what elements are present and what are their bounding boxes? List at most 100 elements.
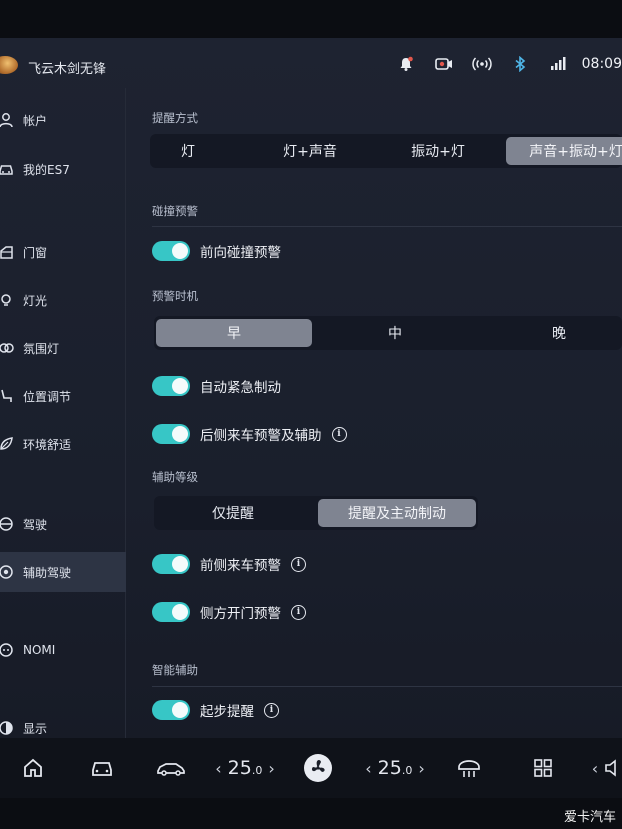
forward-collision-toggle[interactable]	[152, 241, 190, 261]
home-icon[interactable]	[20, 754, 46, 782]
rear-cross-label: 后侧来车预警及辅助	[200, 428, 322, 444]
forward-collision-row: 前向碰撞预警	[152, 241, 281, 261]
timing-option-medium[interactable]: 中	[320, 319, 470, 347]
defrost-icon[interactable]	[455, 754, 483, 782]
sidebar-item-driving[interactable]: 驾驶	[0, 504, 126, 544]
assist-level-option-active-brake[interactable]: 提醒及主动制动	[318, 499, 476, 527]
alert-mode-option-vibration-light[interactable]: 振动+灯	[378, 137, 498, 165]
section-title-smart-assist: 智能辅助	[152, 663, 198, 677]
left-temperature-control[interactable]: ‹ 25.0 ›	[210, 754, 280, 782]
sidebar-item-label: 环境舒适	[23, 437, 72, 452]
aeb-toggle[interactable]	[152, 376, 190, 396]
avatar[interactable]	[0, 56, 18, 74]
section-title-alert-mode: 提醒方式	[152, 111, 198, 125]
car-side-icon[interactable]	[155, 754, 187, 782]
rear-cross-row: 后侧来车预警及辅助 i	[152, 424, 347, 444]
chevron-left-icon[interactable]: ‹	[215, 759, 221, 778]
sidebar-item-ambient-light[interactable]: 氛围灯	[0, 328, 126, 368]
leaf-icon	[0, 436, 14, 452]
sidebar-item-label: 我的ES7	[23, 162, 70, 177]
nomi-icon	[0, 642, 14, 658]
light-icon	[0, 292, 14, 308]
status-bar: 飞云木剑无锋 08:09	[0, 38, 622, 88]
sidebar-item-label: 灯光	[23, 293, 48, 308]
cellular-signal-icon	[548, 54, 568, 74]
forward-collision-label: 前向碰撞预警	[200, 245, 281, 261]
user-icon	[0, 112, 14, 128]
sidebar-item-doors-windows[interactable]: 门窗	[0, 232, 126, 272]
alert-mode-option-light-sound[interactable]: 灯+声音	[250, 137, 370, 165]
chevron-right-icon[interactable]: ›	[268, 759, 274, 778]
divider	[152, 226, 622, 227]
info-icon[interactable]: i	[331, 426, 347, 442]
watermark: 爱卡汽车	[563, 810, 616, 825]
assisted-driving-settings: 提醒方式 灯 灯+声音 振动+灯 声音+振动+灯 碰撞预警 前向碰撞预警 预警时…	[126, 88, 622, 748]
section-title-collision: 碰撞预警	[152, 204, 198, 218]
sidebar-item-label: 门窗	[23, 245, 48, 260]
assist-level-selector: 仅提醒 提醒及主动制动	[154, 496, 478, 530]
status-icons: 08:09	[378, 52, 622, 76]
front-cross-toggle[interactable]	[152, 554, 190, 574]
alert-mode-option-light[interactable]: 灯	[150, 137, 226, 165]
start-reminder-row: 起步提醒 i	[152, 700, 279, 720]
wireless-signal-icon[interactable]	[471, 54, 492, 74]
sidebar-item-label: 辅助驾驶	[23, 565, 72, 580]
car-front-icon[interactable]	[88, 754, 116, 782]
info-icon[interactable]: i	[291, 556, 306, 572]
door-icon	[0, 244, 14, 260]
rear-cross-toggle[interactable]	[152, 424, 190, 444]
sidebar-item-lights[interactable]: 灯光	[0, 280, 126, 320]
start-reminder-label: 起步提醒	[200, 704, 254, 720]
aeb-row: 自动紧急制动	[152, 376, 281, 396]
sidebar-item-label: 位置调节	[23, 389, 72, 404]
username[interactable]: 飞云木剑无锋	[28, 58, 106, 77]
steering-wheel-icon	[0, 516, 14, 532]
door-open-label: 侧方开门预警	[200, 606, 281, 622]
divider	[152, 686, 622, 687]
bell-icon[interactable]	[396, 54, 416, 74]
alert-mode-option-sound-vibration-light[interactable]: 声音+振动+灯	[506, 137, 622, 165]
bottom-dock: ‹ 25.0 › ‹ 25.0 › ‹	[0, 738, 622, 798]
start-reminder-toggle[interactable]	[152, 700, 190, 720]
door-open-row: 侧方开门预警 i	[152, 602, 306, 622]
sidebar-item-label: 显示	[23, 721, 48, 736]
clock: 08:09	[581, 56, 622, 72]
sidebar-item-label: 驾驶	[23, 517, 48, 532]
door-open-toggle[interactable]	[152, 602, 190, 622]
right-temperature: 25.0	[377, 757, 413, 779]
front-cross-label: 前侧来车预警	[200, 558, 281, 574]
display-icon	[0, 720, 14, 736]
section-title-assist-level: 辅助等级	[152, 470, 198, 484]
sidebar-item-nomi[interactable]: NOMI	[0, 630, 126, 670]
sidebar-item-assisted-driving[interactable]: 辅助驾驶	[0, 552, 126, 592]
settings-sidebar: 帐户 我的ES7 门窗 灯光 氛围灯 位置调节 环境舒适 驾驶 辅助驾驶 NOM…	[0, 88, 126, 738]
fan-icon[interactable]	[300, 754, 336, 782]
seat-icon	[0, 388, 14, 404]
chevron-left-icon[interactable]: ‹	[592, 759, 598, 778]
car-icon	[0, 161, 14, 177]
info-icon[interactable]: i	[291, 604, 306, 620]
info-icon[interactable]: i	[264, 702, 279, 718]
sidebar-item-comfort[interactable]: 环境舒适	[0, 424, 126, 464]
assist-level-option-reminder[interactable]: 仅提醒	[156, 499, 310, 527]
right-temperature-control[interactable]: ‹ 25.0 ›	[360, 754, 430, 782]
sidebar-item-position-adjust[interactable]: 位置调节	[0, 376, 126, 416]
alert-mode-selector: 灯 灯+声音 振动+灯 声音+振动+灯	[150, 134, 622, 168]
ambient-light-icon	[0, 340, 14, 356]
sidebar-item-label: NOMI	[23, 643, 56, 657]
timing-option-late[interactable]: 晚	[484, 319, 622, 347]
sidebar-item-label: 帐户	[23, 113, 48, 128]
volume-control[interactable]: ‹	[584, 754, 622, 782]
camera-record-icon[interactable]	[434, 54, 454, 74]
sidebar-item-my-car[interactable]: 我的ES7	[0, 149, 126, 189]
chevron-left-icon[interactable]: ‹	[365, 759, 371, 778]
bluetooth-icon[interactable]	[510, 54, 530, 74]
chevron-right-icon[interactable]: ›	[418, 759, 424, 778]
timing-option-early[interactable]: 早	[156, 319, 312, 347]
sidebar-item-account[interactable]: 帐户	[0, 100, 126, 140]
section-title-timing: 预警时机	[152, 289, 198, 303]
aeb-label: 自动紧急制动	[200, 380, 281, 396]
volume-icon[interactable]	[604, 759, 620, 777]
car-screen: 飞云木剑无锋 08:09 帐户 我的ES7 门窗 灯光 氛围灯 位置调节 环境舒…	[0, 38, 622, 798]
apps-grid-icon[interactable]	[530, 754, 556, 782]
